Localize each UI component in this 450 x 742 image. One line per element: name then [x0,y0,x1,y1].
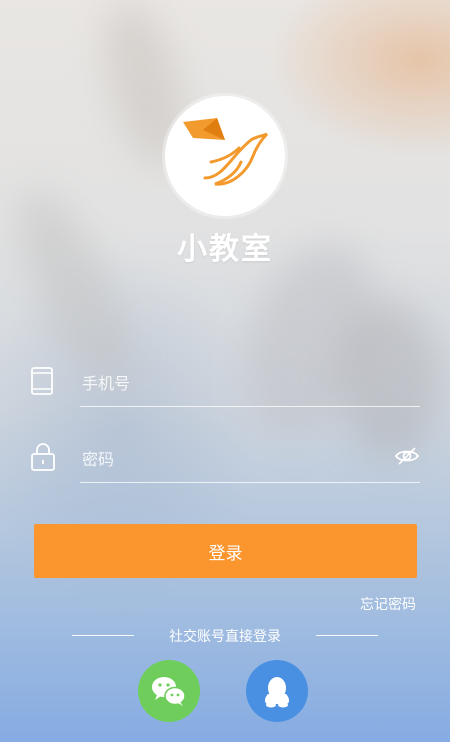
phone-icon [31,367,53,395]
app-logo [165,96,285,216]
divider-line [316,635,378,636]
phone-underline [80,406,420,407]
wechat-icon [152,677,186,706]
lock-icon [31,443,55,471]
social-login-label: 社交账号直接登录 [169,629,281,645]
phone-input[interactable] [80,360,422,406]
wechat-login-button[interactable] [138,660,200,722]
bird-logo-icon [183,118,269,186]
password-field [30,436,420,496]
social-login-divider: 社交账号直接登录 [0,626,450,646]
password-underline [80,482,420,483]
login-button[interactable]: 登录 [34,524,417,578]
password-input[interactable] [80,436,374,482]
login-screen: 小教室 登录 忘记密码 社交账号直接登录 [0,0,450,742]
qq-icon [265,677,289,708]
forgot-password-link[interactable]: 忘记密码 [360,594,416,614]
phone-field [30,360,422,420]
eye-off-icon[interactable] [394,446,420,466]
app-name: 小教室 [177,232,273,267]
qq-login-button[interactable] [246,660,308,722]
